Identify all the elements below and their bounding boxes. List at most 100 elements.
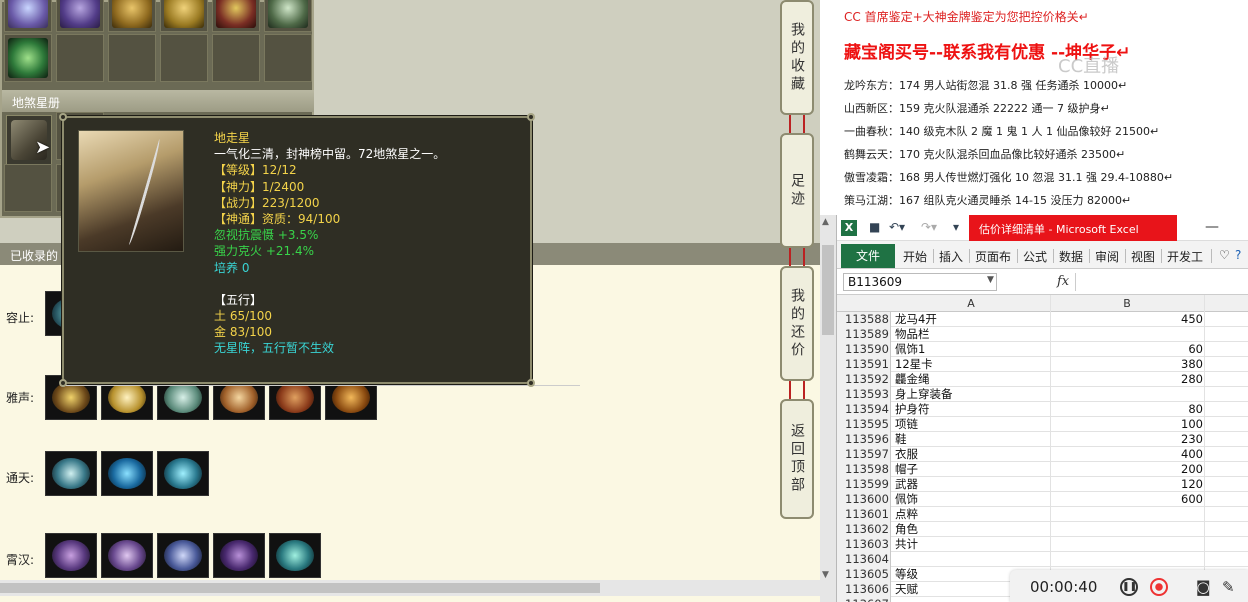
column-header-b[interactable]: B: [1051, 297, 1203, 310]
inventory-slot[interactable]: [56, 34, 104, 82]
table-row: 113601 点粹: [837, 507, 1248, 522]
table-row: 113589 物品栏: [837, 327, 1248, 342]
listing-entry: 策马江湖：167 组队克火通灵睡杀 14-15 没压力 82000↵: [844, 194, 1132, 207]
table-row: 113593 身上穿装备: [837, 387, 1248, 402]
inventory-slot[interactable]: [4, 0, 52, 32]
hero-combat: 【战力】223/1200: [214, 195, 320, 210]
wuxing-metal: 金 83/100: [214, 325, 273, 340]
customize-toolbar-icon[interactable]: ▾: [953, 220, 959, 234]
formula-input[interactable]: [1075, 273, 1245, 291]
excel-titlebar: X ■ ↶▾ ↷▾ ▾ 估价详细清单 - Microsoft Excel —: [837, 215, 1248, 241]
table-row: 113592 龘金绳 280: [837, 372, 1248, 387]
table-row: 113595 项链 100: [837, 417, 1248, 432]
table-row: 113588 龙马4开 450: [837, 312, 1248, 327]
hero-effect: 忽视抗震慑 +3.5%: [214, 228, 319, 243]
table-row: 113599 武器 120: [837, 477, 1248, 492]
row-label-yasheng: 雅声:: [6, 391, 35, 405]
undo-icon[interactable]: ↶▾: [889, 220, 905, 234]
hero-level: 【等级】12/12: [214, 163, 297, 178]
table-row: 113594 护身符 80: [837, 402, 1248, 417]
inventory-slot[interactable]: [160, 0, 208, 32]
hero-power: 【神力】1/2400: [214, 179, 305, 194]
minimize-icon[interactable]: —: [1205, 219, 1219, 235]
chevron-down-icon[interactable]: ▼: [987, 275, 994, 285]
collection-item[interactable]: [101, 533, 153, 578]
collection-item[interactable]: [45, 451, 97, 496]
tab-developer[interactable]: 开发工: [1167, 248, 1203, 265]
hero-description: 一气化三清，封神榜中留。72地煞星之一。: [214, 147, 446, 162]
rope-decoration: [789, 248, 805, 266]
heart-icon[interactable]: ♡: [1219, 248, 1230, 262]
hero-effect: 强力克火 +21.4%: [214, 244, 314, 259]
nav-footprint-button[interactable]: 足迹: [780, 133, 814, 248]
inventory-slot[interactable]: [56, 0, 104, 32]
nav-my-counteroffer-button[interactable]: 我的还价: [780, 266, 814, 381]
appraisal-banner: CC 首席鉴定+大神金牌鉴定为您把控价格关↵: [844, 10, 1089, 24]
file-tab[interactable]: 文件: [841, 244, 895, 268]
help-icon[interactable]: ?: [1235, 248, 1241, 262]
tab-home[interactable]: 开始: [903, 248, 927, 265]
tab-page-layout[interactable]: 页面布: [975, 248, 1011, 265]
inventory-slot[interactable]: [264, 0, 312, 32]
collection-item[interactable]: [45, 533, 97, 578]
table-row: 113603 共计: [837, 537, 1248, 552]
inventory-slot[interactable]: [212, 0, 260, 32]
starbook-header: 地煞星册: [2, 90, 314, 112]
redo-icon[interactable]: ↷▾: [921, 220, 937, 234]
scroll-down-icon[interactable]: ▼: [822, 570, 829, 580]
insert-function-icon[interactable]: fx: [1057, 274, 1069, 289]
table-row: 113602 角色: [837, 522, 1248, 537]
scrollbar-thumb[interactable]: [822, 245, 834, 335]
name-box[interactable]: B113609: [843, 273, 997, 291]
inventory-slot[interactable]: [264, 34, 312, 82]
inventory-slot[interactable]: [108, 34, 156, 82]
horizontal-scrollbar[interactable]: [0, 580, 820, 596]
tab-insert[interactable]: 插入: [939, 248, 963, 265]
table-row: 113600 佩饰 600: [837, 492, 1248, 507]
hero-stats: 地走星 一气化三清，封神榜中留。72地煞星之一。 【等级】12/12 【神力】1…: [214, 130, 445, 357]
row-label-tongtian: 通天:: [6, 471, 35, 485]
collection-item[interactable]: [101, 451, 153, 496]
wuxing-note: 无星阵，五行暂不生效: [214, 341, 335, 356]
tab-formulas[interactable]: 公式: [1023, 248, 1047, 265]
tab-review[interactable]: 审阅: [1095, 248, 1119, 265]
stop-record-icon[interactable]: [1150, 578, 1168, 596]
hero-name: 地走星: [214, 131, 251, 145]
tab-data[interactable]: 数据: [1059, 248, 1083, 265]
inventory-slot[interactable]: [212, 34, 260, 82]
hero-slot[interactable]: [4, 164, 52, 212]
inventory-slot[interactable]: [160, 34, 208, 82]
watermark: CC直播: [1058, 56, 1120, 77]
row-label-rongzhi: 容止:: [6, 311, 35, 325]
collection-item[interactable]: [213, 533, 265, 578]
excel-title: 估价详细清单 - Microsoft Excel: [969, 215, 1177, 241]
hero-tooltip: 地走星 一气化三清，封神榜中留。72地煞星之一。 【等级】12/12 【神力】1…: [59, 113, 535, 387]
nav-my-collection-button[interactable]: 我的收藏: [780, 0, 814, 115]
collection-item[interactable]: [157, 533, 209, 578]
rope-decoration: [789, 115, 805, 133]
nav-back-to-top-button[interactable]: 返回顶部: [780, 399, 814, 519]
save-icon[interactable]: ■: [869, 220, 880, 234]
collection-item[interactable]: [269, 533, 321, 578]
listing-entry: 山西新区：159 克火队混通杀 22222 通一 7 级护身↵: [844, 102, 1110, 115]
listing-entry: 龙吟东方：174 男人站街忽混 31.8 强 任务通杀 10000↵: [844, 79, 1128, 92]
collection-item[interactable]: [157, 451, 209, 496]
row-divider: [60, 385, 580, 386]
scrollbar-thumb[interactable]: [0, 583, 600, 593]
row-label-xiaohan: 霄汉:: [6, 553, 35, 567]
tab-view[interactable]: 视图: [1131, 248, 1155, 265]
pen-icon[interactable]: ✎: [1222, 578, 1240, 596]
ribbon-tabs: 文件 开始 插入 页面布 公式 数据 审阅 视图 开发工 ♡ ?: [837, 241, 1248, 269]
excel-window: X ■ ↶▾ ↷▾ ▾ 估价详细清单 - Microsoft Excel — 文…: [836, 215, 1248, 602]
inventory-slot[interactable]: [4, 34, 52, 82]
table-row: 113598 帽子 200: [837, 462, 1248, 477]
camera-icon[interactable]: ◙: [1196, 578, 1214, 596]
mouse-pointer-icon: ➤: [35, 137, 51, 158]
scroll-up-icon[interactable]: ▲: [822, 217, 829, 227]
pause-icon[interactable]: ❚❚: [1120, 578, 1138, 596]
inventory-slot[interactable]: [108, 0, 156, 32]
table-row: 113596 鞋 230: [837, 432, 1248, 447]
recording-timer: 00:00:40: [1030, 578, 1098, 596]
column-header-a[interactable]: A: [893, 297, 1049, 310]
vertical-scrollbar[interactable]: ▲ ▼: [820, 215, 836, 602]
